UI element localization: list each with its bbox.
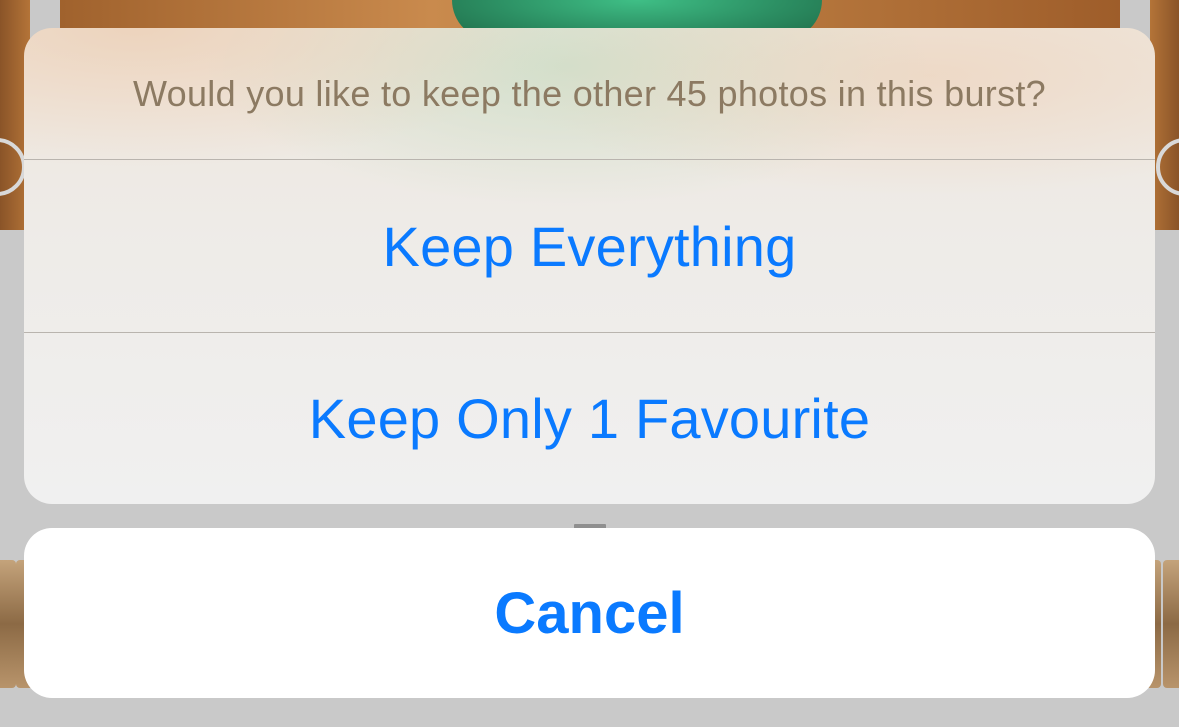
action-sheet: Would you like to keep the other 45 phot… — [24, 28, 1155, 504]
burst-thumbnail — [0, 560, 16, 688]
cancel-label: Cancel — [494, 580, 685, 646]
cancel-button[interactable]: Cancel — [24, 528, 1155, 698]
keep-everything-button[interactable]: Keep Everything — [24, 160, 1155, 332]
burst-thumbnail — [1163, 560, 1179, 688]
keep-only-favourite-label: Keep Only 1 Favourite — [308, 387, 871, 450]
keep-only-favourite-button[interactable]: Keep Only 1 Favourite — [24, 332, 1155, 504]
action-sheet-message: Would you like to keep the other 45 phot… — [133, 72, 1046, 114]
keep-everything-label: Keep Everything — [382, 214, 797, 278]
action-sheet-header: Would you like to keep the other 45 phot… — [24, 28, 1155, 160]
